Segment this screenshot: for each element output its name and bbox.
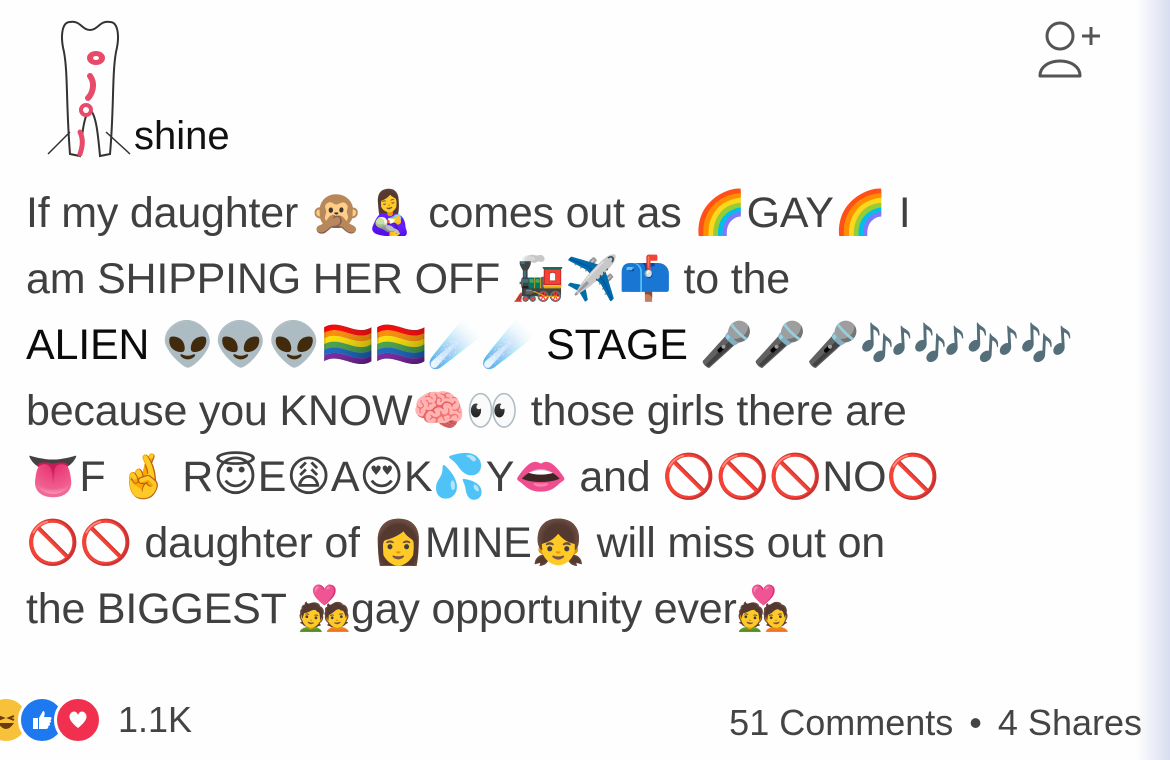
post-line: the BIGGEST 💑gay opportunity ever💑 (26, 585, 790, 633)
separator-dot: • (969, 702, 982, 743)
reaction-count: 1.1K (118, 699, 193, 740)
post-line: ALIEN 👽👽👽🏳️‍🌈🏳️‍🌈☄️☄️ STAGE 🎤🎤🎤🎶🎶🎶🎶 (26, 321, 1073, 369)
comments-link[interactable]: 51 Comments (729, 702, 953, 743)
edge-tint (1136, 0, 1170, 760)
avatar-drawing-icon (47, 20, 131, 158)
author-name[interactable]: shine (134, 114, 230, 159)
love-icon (54, 696, 102, 744)
avatar[interactable] (40, 14, 136, 164)
shares-link[interactable]: 4 Shares (998, 702, 1142, 743)
post-line: If my daughter 🙊👩‍🍼 comes out as 🌈GAY🌈 I (26, 189, 911, 237)
post-line: 👅F 🤞 R😇E😩A😍K💦Y👄 and 🚫🚫🚫NO🚫 (26, 453, 940, 501)
add-friend-icon[interactable] (1030, 12, 1106, 82)
post-line: 🚫🚫 daughter of 👩MINE👧 will miss out on (26, 519, 885, 567)
post-stats: 51 Comments • 4 Shares (729, 702, 1142, 744)
post-line: am SHIPPING HER OFF 🚂✈️📫 to the (26, 255, 790, 303)
post-line: because you KNOW🧠👀 those girls there are (26, 387, 907, 435)
post-card: shine If my daughter 🙊👩‍🍼 comes out as 🌈… (0, 0, 1170, 760)
post-text: If my daughter 🙊👩‍🍼 comes out as 🌈GAY🌈 I… (26, 180, 1136, 642)
post-footer: 1.1K 51 Comments • 4 Shares (0, 686, 1170, 760)
reactions-summary[interactable]: 1.1K (0, 696, 192, 744)
